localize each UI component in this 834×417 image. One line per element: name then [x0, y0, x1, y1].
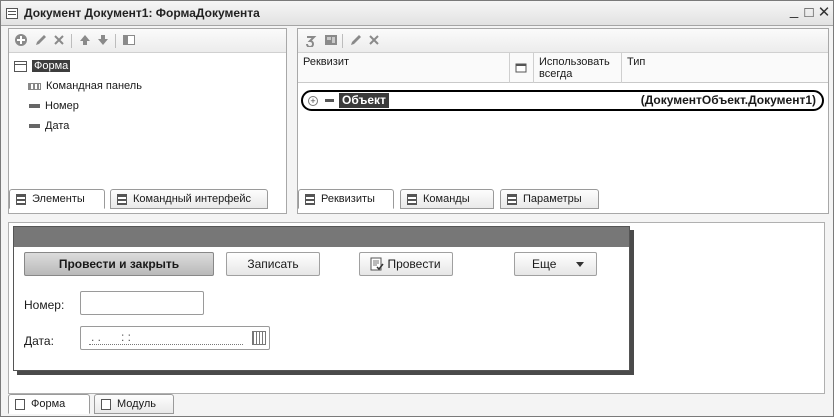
column-type[interactable]: Тип — [622, 53, 828, 83]
tab-form[interactable]: Форма — [8, 394, 90, 414]
edit-icon[interactable] — [33, 33, 49, 49]
window-title: Документ Документ1: ФормаДокумента — [24, 6, 260, 20]
tab-commands[interactable]: Команды — [400, 189, 494, 209]
toolbar-separator — [71, 34, 72, 48]
form-preview-area: Провести и закрыть Записать Провести Еще… — [8, 222, 825, 394]
title-bar: Документ Документ1: ФормаДокумента _ □ ✕ — [1, 1, 833, 26]
move-down-icon[interactable] — [95, 33, 111, 49]
date-field[interactable]: . . : : — [80, 326, 270, 350]
toolbar-separator — [342, 34, 343, 48]
panel-icon[interactable] — [121, 33, 137, 49]
command-bar-icon — [28, 82, 41, 90]
tree-item-label: Форма — [32, 60, 71, 72]
list-icon — [407, 194, 417, 205]
window-icon — [6, 8, 18, 19]
tree-item-date[interactable]: Дата — [29, 118, 69, 134]
post-and-close-button[interactable]: Провести и закрыть — [24, 252, 214, 276]
tab-label: Параметры — [523, 193, 582, 205]
tree-item-label: Дата — [45, 120, 70, 132]
form-icon — [15, 399, 25, 410]
toolbar-separator — [115, 34, 116, 48]
tab-requisites[interactable]: Реквизиты — [298, 189, 394, 209]
list-icon — [16, 194, 26, 205]
requisite-name: Объект — [339, 93, 389, 108]
column-requisite[interactable]: Реквизит — [298, 53, 510, 83]
tab-label: Команды — [423, 193, 470, 205]
delete-icon[interactable] — [51, 33, 67, 49]
field-icon — [29, 124, 40, 129]
tab-label: Форма — [31, 398, 66, 410]
tab-label: Модуль — [117, 398, 156, 410]
table-icon[interactable] — [323, 33, 339, 49]
field-icon — [29, 104, 40, 109]
post-button[interactable]: Провести — [359, 252, 453, 276]
list-icon — [507, 194, 517, 205]
form-preview: Провести и закрыть Записать Провести Еще… — [13, 226, 630, 371]
date-underline — [89, 344, 243, 345]
add-requisite-icon[interactable] — [303, 33, 319, 49]
field-icon — [325, 99, 334, 102]
tab-label: Командный интерфейс — [133, 193, 252, 205]
tree-item-form[interactable]: Форма — [14, 58, 71, 74]
module-icon — [101, 399, 111, 410]
number-label: Номер: — [24, 298, 65, 312]
elements-toolbar — [9, 29, 286, 53]
column-use-always-icon[interactable] — [510, 53, 534, 83]
elements-panel: Форма Командная панель Номер Дата — [8, 28, 287, 214]
tree-item-label: Командная панель — [46, 80, 142, 92]
requisite-type: (ДокументОбъект.Документ1) — [640, 93, 816, 107]
move-up-icon[interactable] — [77, 33, 93, 49]
tab-elements[interactable]: Элементы — [9, 189, 105, 209]
more-button[interactable]: Еще — [514, 252, 597, 276]
requisites-header: Реквизит Использовать всегда Тип — [298, 53, 828, 83]
tree-item-command-bar[interactable]: Командная панель — [28, 78, 142, 94]
requisites-panel: Реквизит Использовать всегда Тип + Объек… — [297, 28, 829, 214]
tab-parameters[interactable]: Параметры — [500, 189, 599, 209]
minimize-button[interactable]: _ — [786, 2, 802, 20]
list-icon — [305, 194, 315, 205]
form-icon — [14, 60, 27, 72]
calendar-icon[interactable] — [252, 331, 266, 345]
tree-item-number[interactable]: Номер — [29, 98, 79, 114]
tab-label: Реквизиты — [321, 193, 375, 205]
post-button-label: Провести — [387, 257, 441, 271]
date-label: Дата: — [24, 334, 54, 348]
form-preview-header — [14, 227, 629, 247]
more-button-label: Еще — [532, 257, 557, 271]
number-field[interactable] — [80, 291, 204, 315]
designer-window: Документ Документ1: ФормаДокумента _ □ ✕ — [0, 0, 834, 417]
add-icon[interactable] — [13, 33, 29, 49]
close-button[interactable]: ✕ — [816, 4, 832, 22]
requisite-row-object[interactable]: + Объект (ДокументОбъект.Документ1) — [301, 90, 824, 111]
chevron-down-icon — [576, 262, 584, 267]
tab-label: Элементы — [32, 193, 85, 205]
maximize-button[interactable]: □ — [801, 4, 817, 22]
tab-command-interface[interactable]: Командный интерфейс — [110, 189, 268, 209]
post-icon — [370, 257, 384, 271]
expand-icon[interactable]: + — [308, 96, 318, 106]
requisites-toolbar — [298, 29, 828, 53]
edit-icon[interactable] — [348, 33, 364, 49]
save-button[interactable]: Записать — [226, 252, 320, 276]
column-use-always[interactable]: Использовать всегда — [534, 53, 622, 83]
delete-icon[interactable] — [366, 33, 382, 49]
list-icon — [117, 194, 127, 205]
date-value: . . : : — [91, 330, 132, 344]
tab-module[interactable]: Модуль — [94, 394, 174, 414]
tree-item-label: Номер — [45, 100, 79, 112]
